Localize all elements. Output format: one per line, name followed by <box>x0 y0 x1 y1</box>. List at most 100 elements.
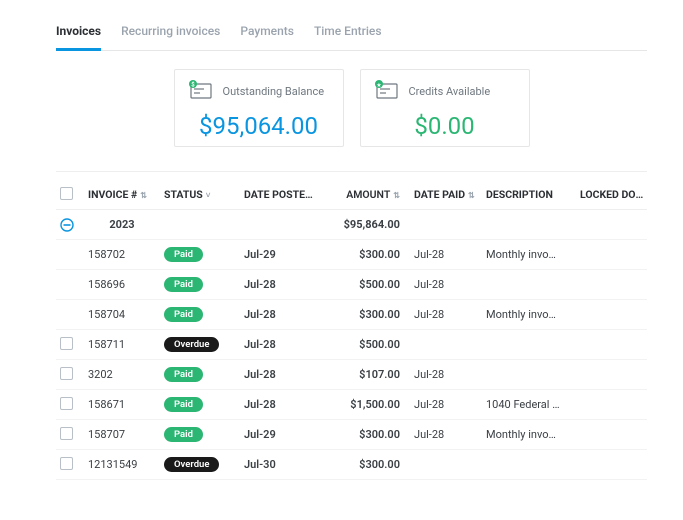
table-row: 158696PaidJul-28$500.00Jul-28 <box>56 270 647 300</box>
status-cell: Overdue <box>160 451 240 478</box>
status-cell: Paid <box>160 361 240 388</box>
amount: $1,500.00 <box>334 392 410 417</box>
status-cell: Paid <box>160 271 240 298</box>
description: Monthly invo… <box>482 242 576 267</box>
table-row: 12131549OverdueJul-30$300.00 <box>56 450 647 480</box>
status-cell: Paid <box>160 421 240 448</box>
status-badge: Paid <box>164 367 203 382</box>
description <box>482 459 576 471</box>
select-all-checkbox[interactable] <box>60 187 73 200</box>
summary-cards: $ Outstanding Balance $95,064.00 ★ <box>56 69 647 147</box>
invoice-number[interactable]: 158711 <box>84 332 160 357</box>
header-date-paid[interactable]: DATE PAID⇅ <box>410 182 482 207</box>
amount: $300.00 <box>334 302 410 327</box>
amount: $300.00 <box>334 452 410 477</box>
header-status[interactable]: STATUS˅ <box>160 182 240 207</box>
group-year: 2023 <box>84 212 160 237</box>
locked-docs <box>576 369 648 381</box>
invoice-number[interactable]: 158671 <box>84 392 160 417</box>
description <box>482 369 576 381</box>
locked-docs <box>576 429 648 441</box>
date-paid: Jul-28 <box>410 422 482 447</box>
date-posted: Jul-28 <box>240 302 334 327</box>
amount: $300.00 <box>334 422 410 447</box>
table-row: 158702 Paid Jul-29$300.00Jul-28Monthly inv… <box>56 240 647 270</box>
header-description[interactable]: DESCRIPTION <box>482 182 576 207</box>
header-date-posted[interactable]: DATE POSTE… <box>240 182 334 207</box>
locked-docs <box>576 339 648 351</box>
row-checkbox[interactable] <box>60 427 73 440</box>
locked-docs <box>576 249 648 261</box>
date-paid: Jul-28 <box>410 302 482 327</box>
header-locked-docs[interactable]: LOCKED DOCS <box>576 182 648 207</box>
description: 1040 Federal … <box>482 392 576 417</box>
row-checkbox[interactable] <box>60 397 73 410</box>
svg-text:$: $ <box>191 82 195 89</box>
locked-docs <box>576 399 648 411</box>
amount: $300.00 <box>334 242 410 267</box>
sort-down-icon: ˅ <box>206 191 211 200</box>
table-row: 158707 Paid Jul-29$300.00Jul-28Monthly inv… <box>56 420 647 450</box>
group-total: $95,864.00 <box>334 212 410 237</box>
sort-icon: ⇅ <box>468 191 475 200</box>
date-paid: Jul-28 <box>410 242 482 267</box>
invoice-number[interactable]: 3202 <box>84 362 160 387</box>
locked-docs <box>576 309 648 321</box>
tab-invoices[interactable]: Invoices <box>56 24 101 51</box>
date-posted: Jul-30 <box>240 452 334 477</box>
date-posted: Jul-28 <box>240 272 334 297</box>
tab-time-entries[interactable]: Time Entries <box>314 24 382 50</box>
date-posted: Jul-28 <box>240 362 334 387</box>
invoice-dollar-icon: $ <box>187 80 215 103</box>
divider <box>56 171 647 172</box>
status-badge: Paid <box>164 277 203 292</box>
credits-value: $0.00 <box>373 112 517 140</box>
sort-icon: ⇅ <box>393 191 400 200</box>
locked-docs <box>576 279 648 291</box>
row-checkbox[interactable] <box>60 457 73 470</box>
row-checkbox[interactable] <box>60 367 73 380</box>
status-cell: Paid <box>160 301 240 328</box>
row-checkbox[interactable] <box>60 337 73 350</box>
invoice-number[interactable]: 158707 <box>84 422 160 447</box>
invoice-number[interactable]: 158704 <box>84 302 160 327</box>
invoice-star-icon: ★ <box>373 80 401 103</box>
status-badge: Overdue <box>164 337 219 352</box>
amount: $500.00 <box>334 272 410 297</box>
date-posted: Jul-28 <box>240 332 334 357</box>
table-row: 3202PaidJul-28$107.00Jul-28 <box>56 360 647 390</box>
invoice-number[interactable]: 158702 <box>84 242 160 267</box>
tab-payments[interactable]: Payments <box>240 24 294 50</box>
status-badge: Paid <box>164 307 203 322</box>
header-checkbox-cell <box>56 181 84 209</box>
status-badge: Paid <box>164 427 203 442</box>
date-paid <box>410 459 482 471</box>
amount: $107.00 <box>334 362 410 387</box>
credits-available-card: ★ Credits Available $0.00 <box>360 69 530 147</box>
table-row: 158704PaidJul-28$300.00Jul-28Monthly inv… <box>56 300 647 330</box>
group-row: 2023 $95,864.00 <box>56 210 647 240</box>
date-posted: Jul-29 <box>240 422 334 447</box>
date-posted: Jul-29 <box>240 242 334 267</box>
credits-label: Credits Available <box>409 85 491 98</box>
sort-icon: ⇅ <box>140 191 147 200</box>
amount: $500.00 <box>334 332 410 357</box>
description <box>482 339 576 351</box>
status-badge: Paid <box>164 247 203 262</box>
invoice-number[interactable]: 12131549 <box>84 452 160 477</box>
header-invoice[interactable]: INVOICE #⇅ <box>84 182 160 207</box>
header-amount[interactable]: AMOUNT⇅ <box>334 182 410 207</box>
invoice-number[interactable]: 158696 <box>84 272 160 297</box>
tab-recurring-invoices[interactable]: Recurring invoices <box>121 24 220 50</box>
status-cell: Paid <box>160 241 240 268</box>
table-header-row: INVOICE #⇅ STATUS˅ DATE POSTE… AMOUNT⇅ D… <box>56 180 647 210</box>
description: Monthly invo… <box>482 422 576 447</box>
balance-label: Outstanding Balance <box>223 85 325 98</box>
date-paid: Jul-28 <box>410 392 482 417</box>
collapse-group-button[interactable] <box>56 212 84 238</box>
table-row: 158671PaidJul-28$1,500.00Jul-281040 Fede… <box>56 390 647 420</box>
table-row: 158711 Overdue Jul-28$500.00 <box>56 330 647 360</box>
description: Monthly invo… <box>482 302 576 327</box>
date-paid <box>410 339 482 351</box>
svg-text:★: ★ <box>376 82 381 89</box>
